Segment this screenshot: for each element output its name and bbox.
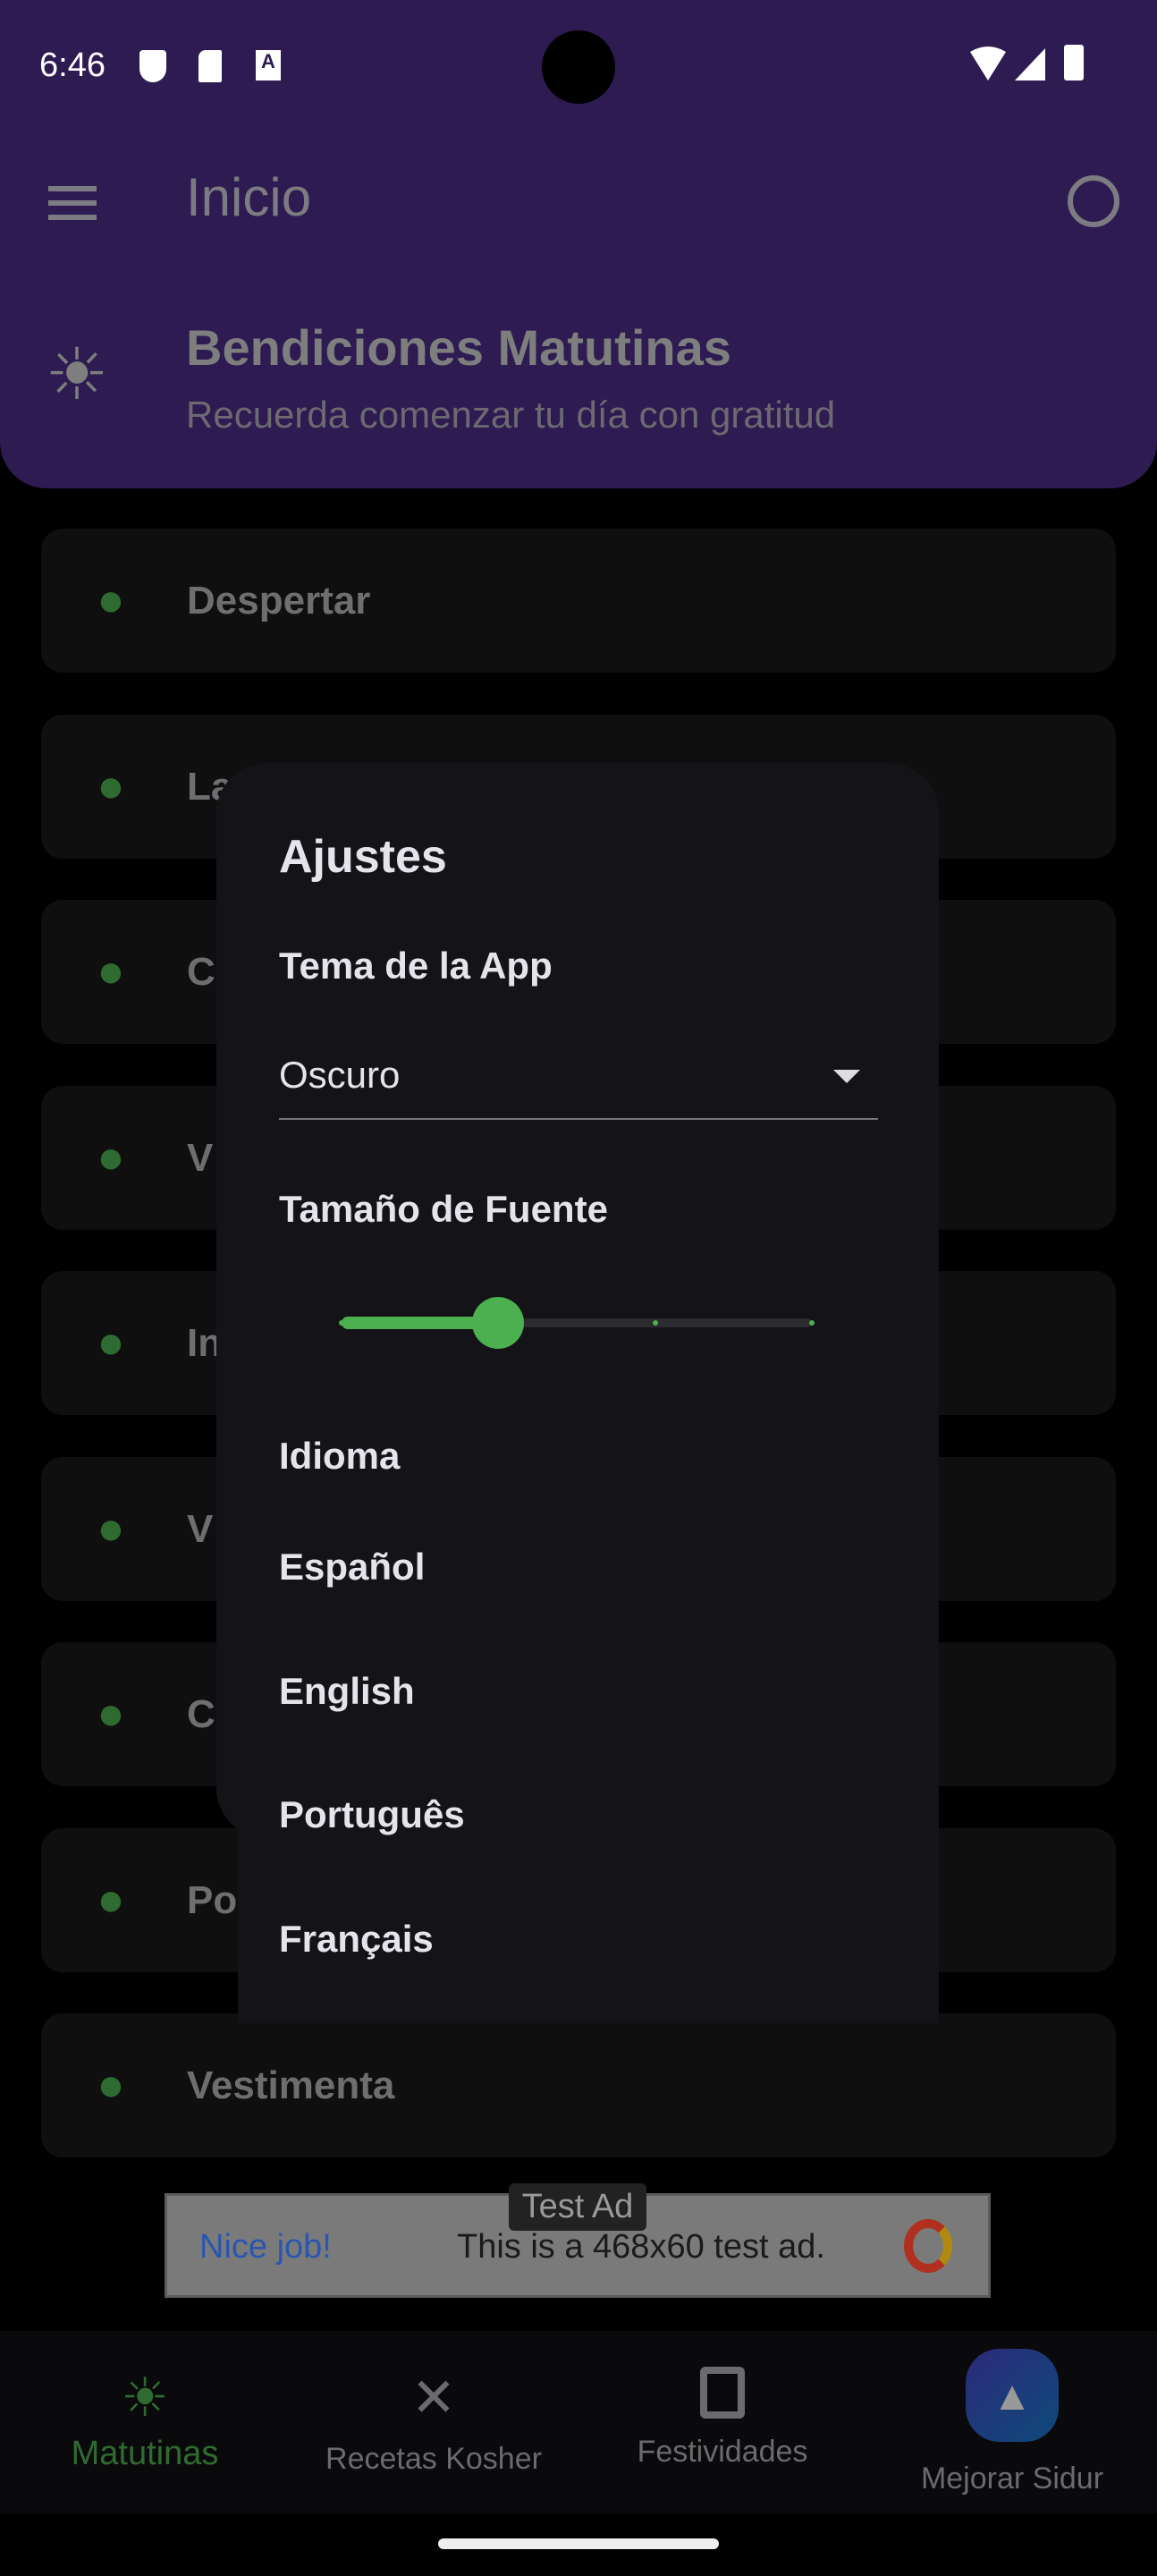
bandage-icon: ● [97,1131,125,1183]
a-badge-icon: A [256,50,281,80]
theme-dropdown[interactable]: Oscuro [279,1046,878,1120]
list-item[interactable]: ● Despertar [41,529,1116,673]
slider-tick [652,1320,658,1326]
sd-card-icon [198,50,222,82]
list-item-label: C [187,1692,215,1736]
utensils-icon: ✕ [410,2368,457,2428]
walk-icon: ● [97,1688,125,1740]
head-gear-icon: ● [97,1317,125,1368]
hamburger-icon[interactable] [48,186,97,220]
sunrise-icon: ☀ [45,335,109,414]
list-item-label: Despertar [187,579,371,623]
slider-thumb[interactable] [472,1297,525,1349]
slider-tick [809,1320,815,1326]
list-item-label: Po [187,1877,238,1922]
heart-icon: ● [97,945,125,997]
battery-icon [1064,45,1084,80]
account-circle-icon[interactable] [1068,175,1119,227]
person-icon: ● [97,1873,125,1926]
font-size-label: Tamaño de Fuente [279,1188,608,1230]
ad-logo-icon [904,2219,952,2273]
app-title: Inicio [186,167,312,227]
mountain-icon: ▲ [966,2349,1059,2442]
dialog-title: Ajustes [279,831,447,883]
test-ad-badge: Test Ad [509,2183,646,2231]
camera-cutout [542,30,615,104]
calendar-icon [700,2367,745,2419]
language-label: Idioma [279,1435,401,1477]
language-option[interactable]: Português [279,1793,465,1836]
ad-text: This is a 468x60 test ad. [457,2228,825,2266]
list-item-label: V [187,1135,214,1180]
nav-mejorar-sidur[interactable]: ▲ Mejorar Sidur [903,2349,1121,2496]
eye-icon: ● [97,1502,125,1555]
status-time: 6:46 [39,47,106,84]
nav-recetas-kosher[interactable]: ✕ Recetas Kosher [313,2367,554,2477]
list-item-label: Vestimenta [187,2063,395,2107]
nav-festividades[interactable]: Festividades [608,2367,837,2470]
header-title: Bendiciones Matutinas [186,319,731,376]
chevron-down-icon [833,1070,860,1083]
theme-value: Oscuro [279,1054,401,1096]
ad-headline: Nice job! [199,2228,332,2266]
language-option[interactable]: Français [279,1918,434,1961]
hand-wash-icon: ● [97,759,125,812]
nav-matutinas[interactable]: ☀ Matutinas [36,2367,254,2473]
slider-tick [339,1320,344,1326]
home-indicator[interactable] [438,2538,719,2549]
language-option[interactable]: Español [279,1546,425,1589]
list-item-label: C [187,950,215,994]
shield-play-icon [139,50,166,82]
hanger-icon: ● [97,2059,125,2111]
sunrise-icon: ☀ [121,2368,169,2428]
language-option[interactable]: English [279,1670,415,1713]
header-subtitle: Recuerda comenzar tu día con gratitud [186,394,836,436]
theme-label: Tema de la App [279,945,553,987]
list-item-label: V [187,1506,214,1551]
bottom-navigation: ☀ Matutinas ✕ Recetas Kosher Festividades … [0,2331,1157,2513]
list-item[interactable]: ● Vestimenta [41,2013,1116,2157]
alarm-icon: ● [97,574,125,626]
font-size-slider[interactable] [339,1297,815,1349]
settings-dialog-overflow [238,1699,939,2023]
